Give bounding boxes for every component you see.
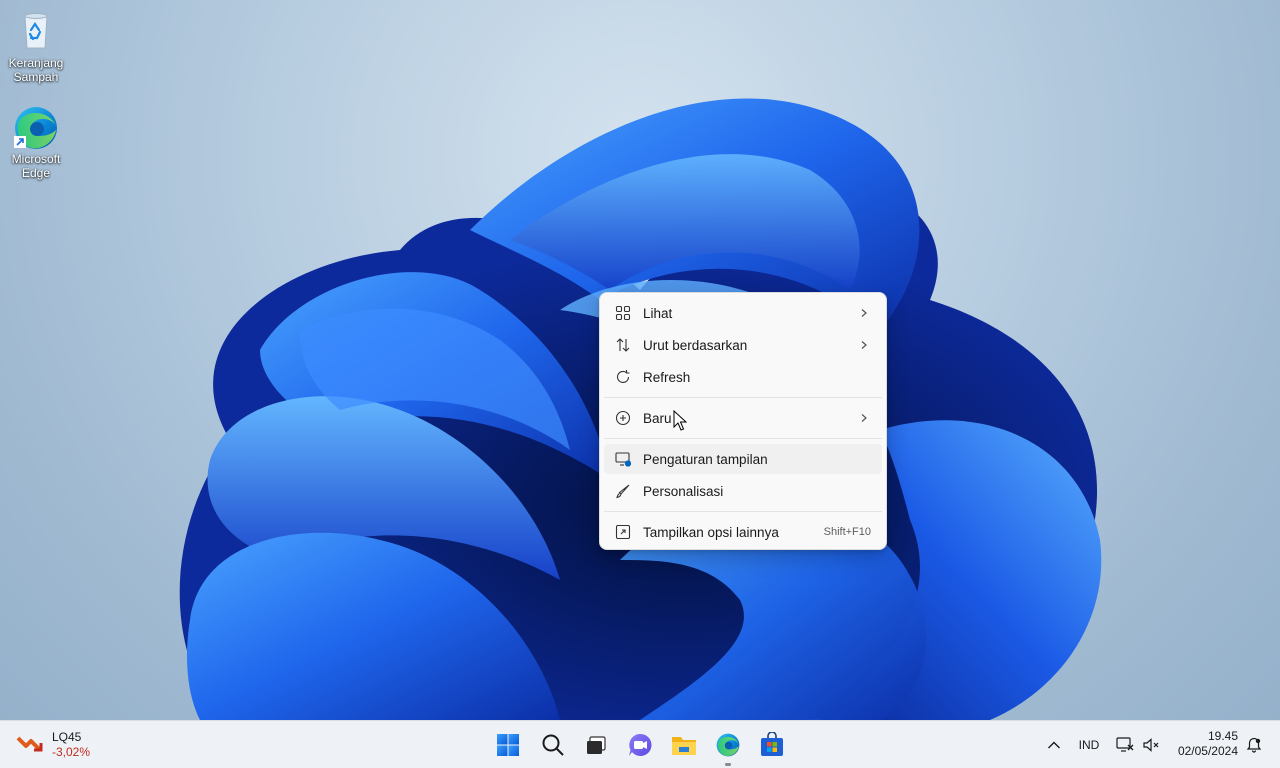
store-button[interactable] (756, 729, 788, 761)
task-view-icon (587, 736, 606, 754)
desktop-icon-recycle-bin[interactable]: Keranjang Sampah (0, 8, 72, 84)
menu-item-refresh[interactable]: Refresh (604, 362, 882, 392)
desktop-context-menu: Lihat Urut berdasarkan Refresh Baru Peng… (599, 292, 887, 550)
stock-down-icon (16, 732, 44, 759)
volume-button[interactable] (1140, 721, 1162, 768)
menu-item-personalisasi[interactable]: Personalisasi (604, 476, 882, 506)
brush-icon (613, 481, 633, 501)
menu-item-pengaturan-tampilan[interactable]: Pengaturan tampilan (604, 444, 882, 474)
search-icon (542, 734, 564, 756)
running-indicator (725, 763, 731, 766)
menu-separator (604, 438, 882, 439)
mouse-cursor-icon (673, 410, 687, 431)
clock-button[interactable]: 19.45 02/05/2024 (1168, 729, 1238, 759)
chevron-right-icon (854, 338, 874, 353)
menu-item-label: Lihat (643, 305, 673, 321)
clock-date: 02/05/2024 (1177, 744, 1238, 758)
chat-icon (629, 733, 652, 756)
grid-icon (613, 303, 633, 323)
widget-ticker: LQ45 (52, 730, 82, 744)
menu-item-label: Personalisasi (643, 483, 724, 499)
menu-item-label: Tampilkan opsi lainnya (643, 524, 779, 540)
menu-item-label: Pengaturan tampilan (643, 451, 768, 467)
desktop-icon-label: Keranjang Sampah (8, 56, 64, 84)
network-icon (1116, 737, 1134, 752)
recycle-bin-icon (14, 8, 58, 52)
volume-muted-icon (1143, 738, 1159, 752)
edge-icon (716, 733, 740, 757)
notification-bell-icon (1246, 737, 1262, 753)
desktop-icon-edge[interactable]: Microsoft Edge (0, 104, 72, 180)
language-label: IND (1078, 738, 1100, 752)
input-language-button[interactable]: IND (1072, 721, 1106, 768)
menu-separator (604, 511, 882, 512)
refresh-icon (613, 367, 633, 387)
file-explorer-icon (672, 737, 696, 755)
chevron-right-icon (854, 411, 874, 426)
show-hidden-icons-button[interactable] (1042, 721, 1066, 768)
notifications-button[interactable] (1244, 721, 1264, 768)
clock-time: 19.45 (1207, 729, 1238, 743)
chat-button[interactable] (624, 729, 656, 761)
menu-separator (604, 397, 882, 398)
start-icon (497, 734, 519, 756)
chevron-right-icon (854, 306, 874, 321)
edge-icon (14, 104, 58, 149)
menu-item-baru[interactable]: Baru (604, 403, 882, 433)
taskbar: LQ45 -3,02% IND 19.45 02/05/2024 (0, 720, 1280, 768)
display-settings-icon (613, 449, 633, 469)
menu-item-label: Refresh (643, 369, 691, 385)
file-explorer-button[interactable] (668, 729, 700, 761)
widgets-button[interactable]: LQ45 -3,02% (16, 729, 90, 761)
task-view-button[interactable] (580, 729, 612, 761)
desktop-icon-label: Microsoft Edge (11, 152, 61, 180)
menu-item-tampilkan-opsi-lainnya[interactable]: Tampilkan opsi lainnya Shift+F10 (604, 517, 882, 547)
menu-shortcut: Shift+F10 (823, 526, 871, 538)
search-button[interactable] (537, 729, 569, 761)
chevron-up-icon (1048, 741, 1060, 749)
menu-item-urut-berdasarkan[interactable]: Urut berdasarkan (604, 330, 882, 360)
plus-circle-icon (613, 408, 633, 428)
edge-taskbar-button[interactable] (712, 729, 744, 766)
more-options-icon (613, 522, 633, 542)
sort-icon (613, 335, 633, 355)
start-button[interactable] (492, 729, 524, 761)
menu-item-label: Urut berdasarkan (643, 337, 748, 353)
menu-item-lihat[interactable]: Lihat (604, 298, 882, 328)
store-icon (761, 732, 783, 756)
widget-change: -3,02% (52, 745, 91, 759)
network-button[interactable] (1114, 721, 1136, 768)
